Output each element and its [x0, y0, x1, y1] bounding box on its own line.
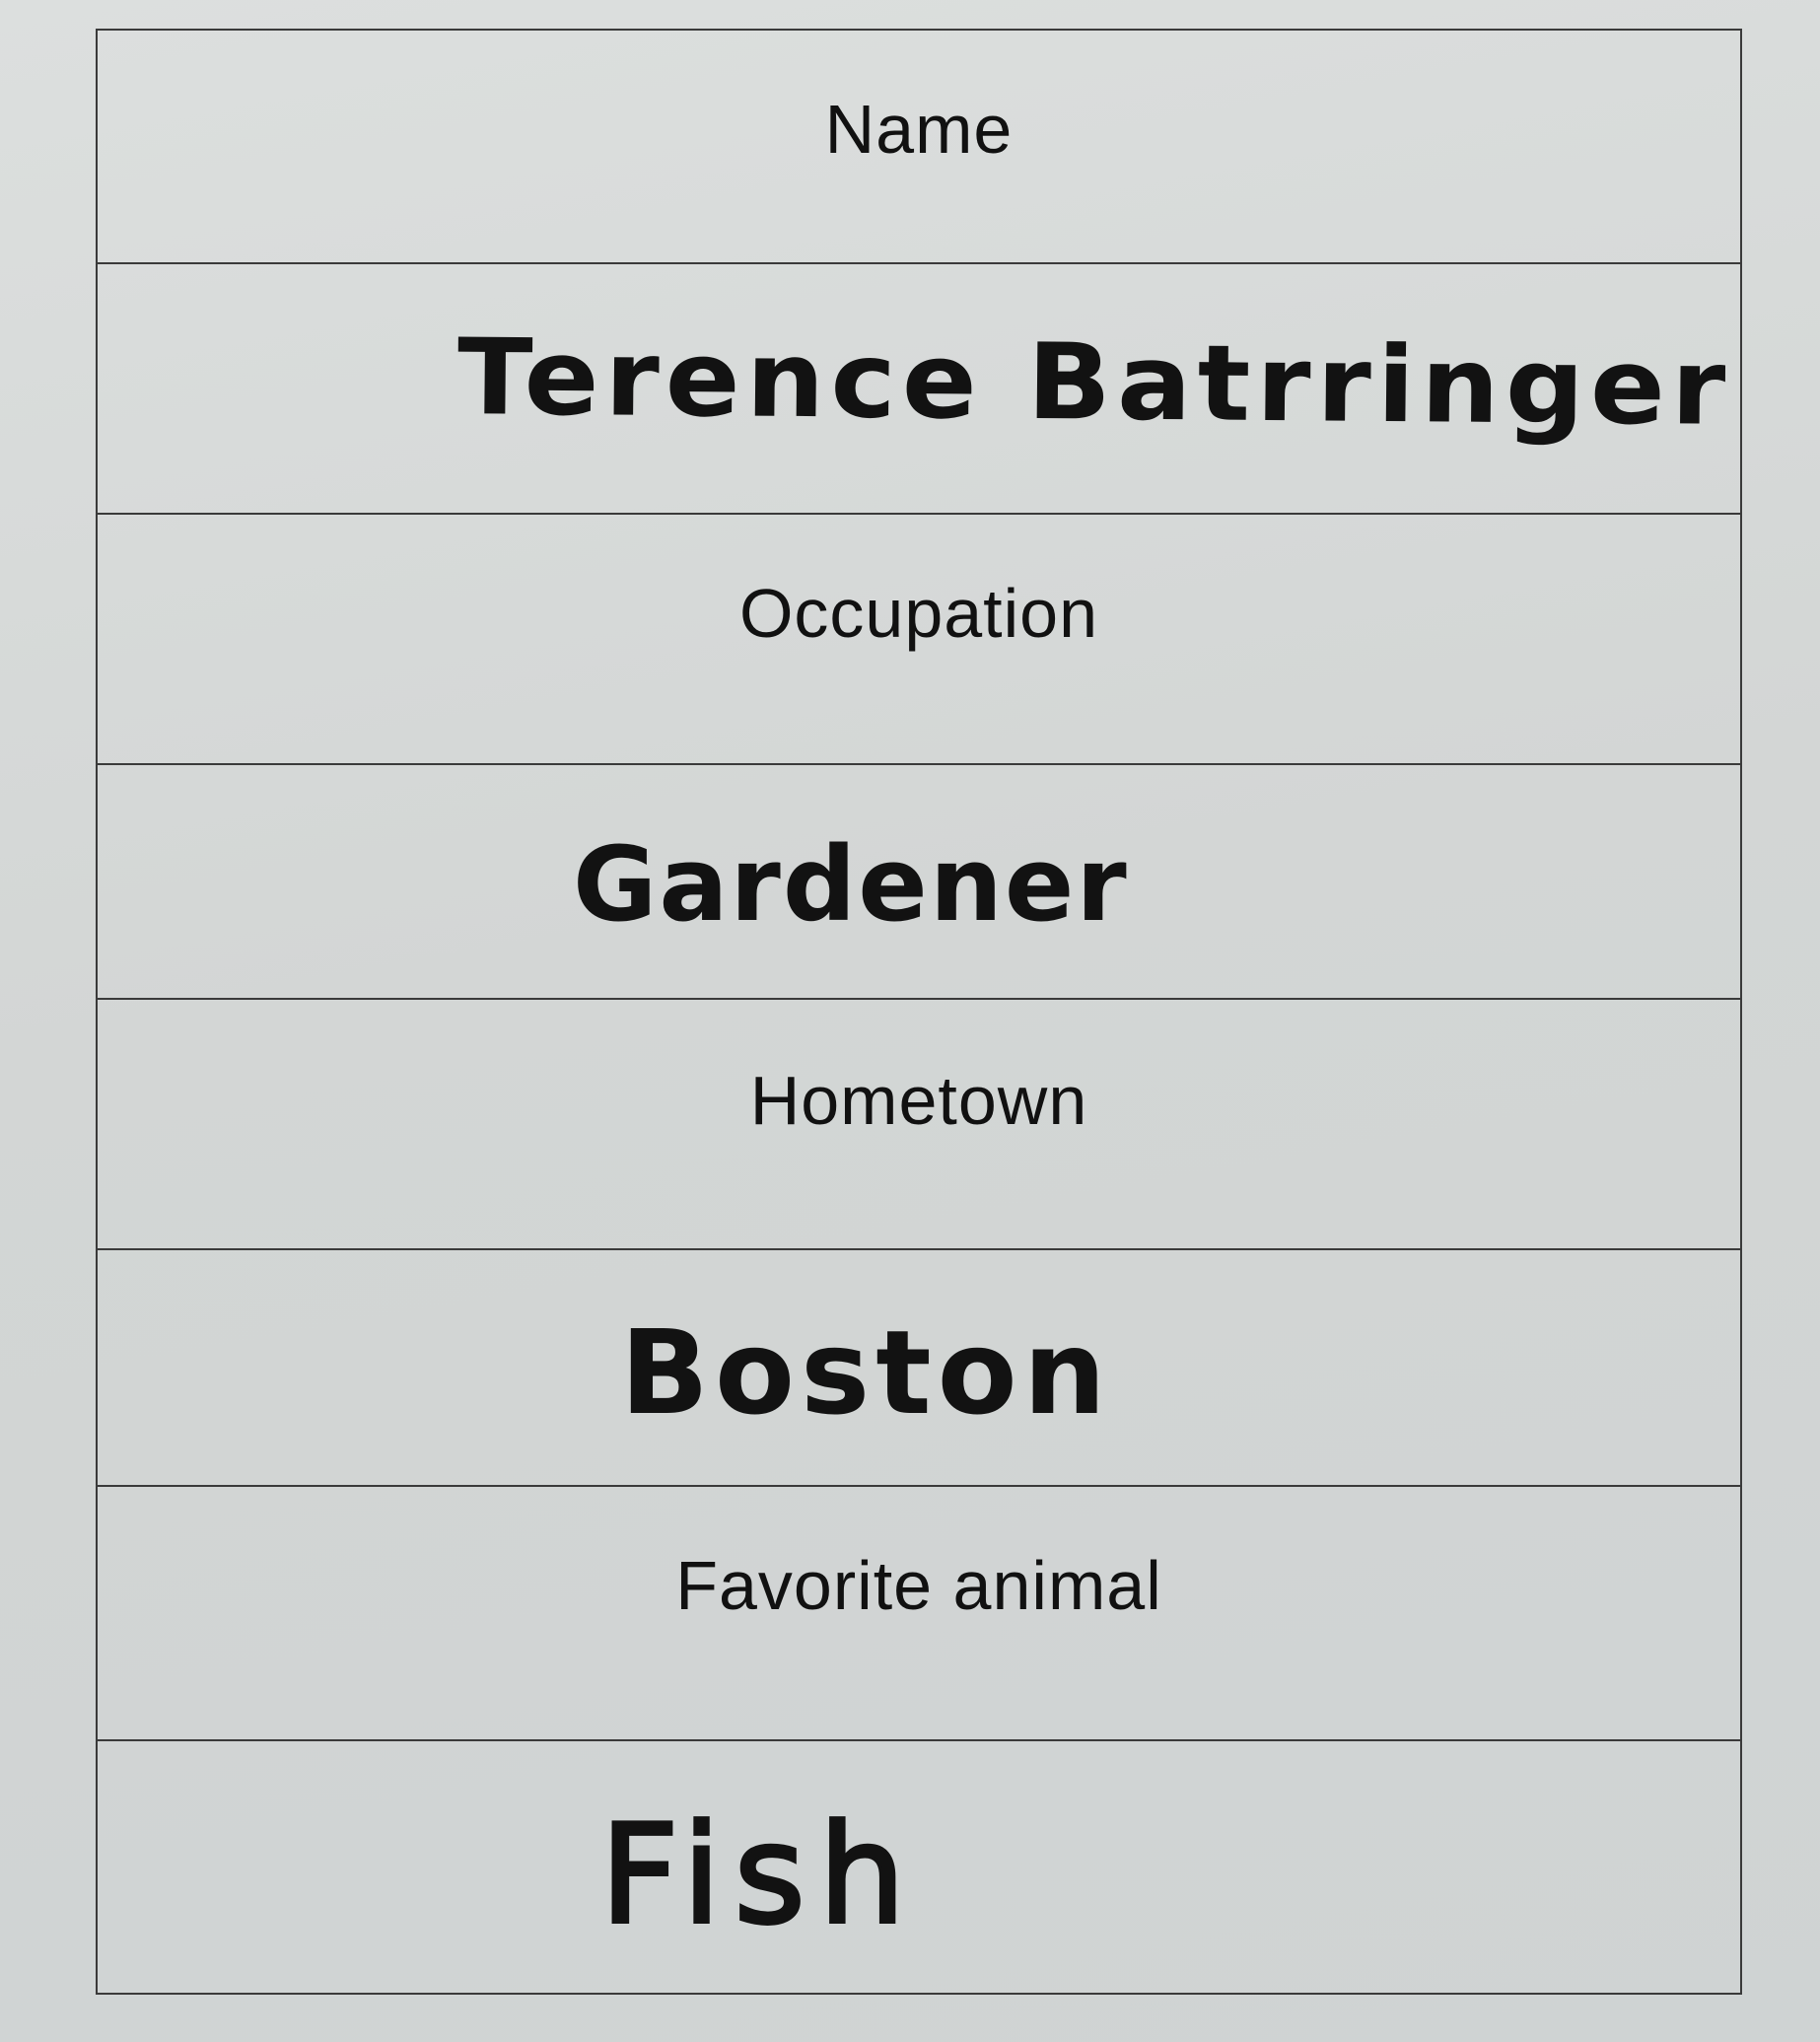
- name-value: Terence Batrringer: [456, 317, 1732, 450]
- hometown-value: Boston: [620, 1304, 1112, 1441]
- occupation-label: Occupation: [738, 575, 1099, 652]
- favorite-animal-label-row: Favorite animal: [98, 1487, 1740, 1741]
- form-table: Name Terence Batrringer Occupation Garde…: [96, 29, 1742, 1995]
- occupation-value-row: Gardener: [98, 765, 1740, 1000]
- name-value-row: Terence Batrringer: [98, 264, 1740, 515]
- favorite-animal-label: Favorite animal: [675, 1547, 1162, 1624]
- occupation-value: Gardener: [573, 824, 1129, 945]
- favorite-animal-value-row: Fish: [98, 1741, 1740, 1993]
- hometown-label-row: Hometown: [98, 1000, 1740, 1250]
- hometown-value-row: Boston: [98, 1250, 1740, 1487]
- occupation-label-row: Occupation: [98, 515, 1740, 765]
- name-label-row: Name: [98, 31, 1740, 264]
- name-label: Name: [824, 91, 1014, 168]
- favorite-animal-value: Fish: [598, 1794, 920, 1956]
- paper-sheet: Name Terence Batrringer Occupation Garde…: [0, 0, 1820, 2042]
- hometown-label: Hometown: [749, 1062, 1088, 1139]
